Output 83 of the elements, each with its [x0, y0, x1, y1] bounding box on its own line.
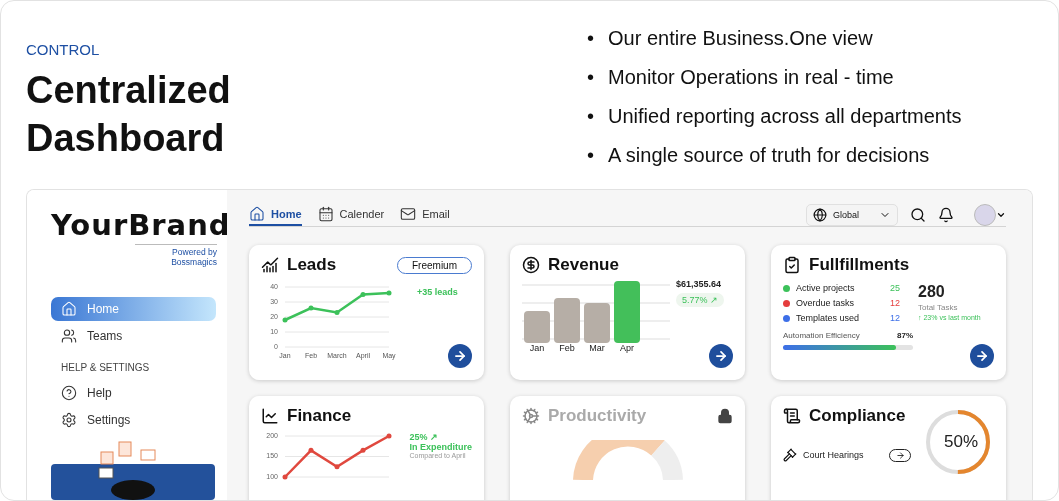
bullet-marker: •: [587, 64, 594, 89]
arrow-button[interactable]: [709, 344, 733, 368]
stat-label: Templates used: [796, 313, 861, 323]
compliance-item: Court Hearings: [803, 450, 865, 460]
chart-icon: [261, 407, 279, 425]
brand-tagline: Powered by Bossmagics: [135, 244, 217, 267]
change-label: In Expenditure: [409, 442, 472, 452]
eyebrow-label: CONTROL: [26, 41, 101, 58]
arrow-icon: [895, 450, 905, 460]
card-title: Productivity: [548, 406, 647, 426]
mail-icon: [400, 206, 417, 222]
bell-icon[interactable]: [938, 207, 954, 223]
gavel-icon: [783, 448, 797, 462]
arrow-icon: [714, 349, 728, 363]
nav-tab[interactable]: Home: [249, 204, 302, 226]
sidebar-item[interactable]: Teams: [51, 323, 216, 348]
arrow-button[interactable]: [889, 448, 911, 462]
document-icon: [783, 407, 801, 425]
bullet-marker: •: [587, 142, 594, 167]
nav-tab[interactable]: Email: [400, 204, 450, 226]
month-label: Apr: [619, 343, 635, 353]
region-select[interactable]: Global: [806, 204, 898, 226]
sidebar-item[interactable]: Settings: [51, 408, 216, 432]
meter-reading: 87%: [897, 331, 913, 340]
data-point: [308, 447, 314, 453]
bullet-point: A single source of truth for decisions: [608, 142, 930, 167]
total-value: 280: [918, 283, 946, 301]
arrow-icon: [975, 349, 989, 363]
stat-label: Active projects: [796, 283, 856, 293]
globe-icon: [813, 208, 827, 222]
settings-icon: [61, 412, 77, 429]
arrow-button[interactable]: [970, 344, 994, 368]
change-value: 25% ↗: [409, 432, 439, 442]
leads-note: +35 leads: [417, 287, 458, 297]
gear-icon: [522, 407, 540, 425]
meter-label: Automation Efficiency: [783, 331, 860, 340]
month-label: Jan: [528, 343, 546, 353]
stat-label: Overdue tasks: [796, 298, 856, 308]
home-icon: [249, 206, 265, 222]
page-title: Centralized Dashboard: [26, 68, 232, 161]
data-point: [308, 305, 314, 311]
ring-reading: 50%: [943, 432, 978, 452]
data-point: [334, 310, 340, 315]
section-label: HELP & SETTINGS: [61, 361, 151, 373]
calendar-icon: [317, 206, 334, 222]
stat-value: 12: [890, 298, 900, 308]
home-icon: [61, 300, 77, 317]
bullet-point: Monitor Operations in real - time: [608, 64, 894, 89]
stat-value: 12: [890, 313, 900, 323]
search-icon[interactable]: [910, 207, 926, 223]
data-point: [360, 447, 366, 453]
month-label: Mar: [588, 343, 606, 353]
month-label: Feb: [558, 343, 576, 353]
arrow-icon: [453, 349, 467, 363]
card-title: Finance: [287, 406, 352, 426]
card-title: Revenue: [548, 255, 619, 275]
change-badge: 5.77% ↗: [676, 293, 725, 307]
data-point: [386, 290, 392, 296]
bullet-marker: •: [587, 103, 594, 128]
chevron-icon[interactable]: [996, 210, 1006, 220]
card-title: Leads: [287, 255, 337, 275]
bullet-marker: •: [587, 25, 594, 50]
data-point: [282, 317, 288, 323]
help-icon: [61, 385, 77, 402]
card-title: Compliance: [809, 406, 906, 426]
stat-value: 25: [890, 283, 900, 293]
data-point: [282, 474, 288, 480]
dollar-icon: [522, 256, 540, 274]
bullet-point: Our entire Business.One view: [608, 25, 873, 50]
data-point: [334, 464, 340, 470]
card-title: Fullfillments: [809, 255, 910, 275]
arrow-button[interactable]: [448, 344, 472, 368]
clipboard-icon: [783, 256, 801, 274]
sidebar-item[interactable]: Help: [51, 381, 216, 406]
total-label: Total Tasks: [918, 303, 959, 312]
brand-logo: YourBrand: [51, 208, 227, 242]
revenue-amount: $61,355.64: [676, 279, 722, 289]
chart-icon: [261, 256, 279, 274]
data-point: [386, 433, 392, 439]
data-point: [360, 292, 366, 297]
people-icon: [61, 327, 77, 344]
bullet-point: Unified reporting across all departments: [608, 103, 962, 128]
nav-tab[interactable]: Calender: [317, 204, 385, 226]
